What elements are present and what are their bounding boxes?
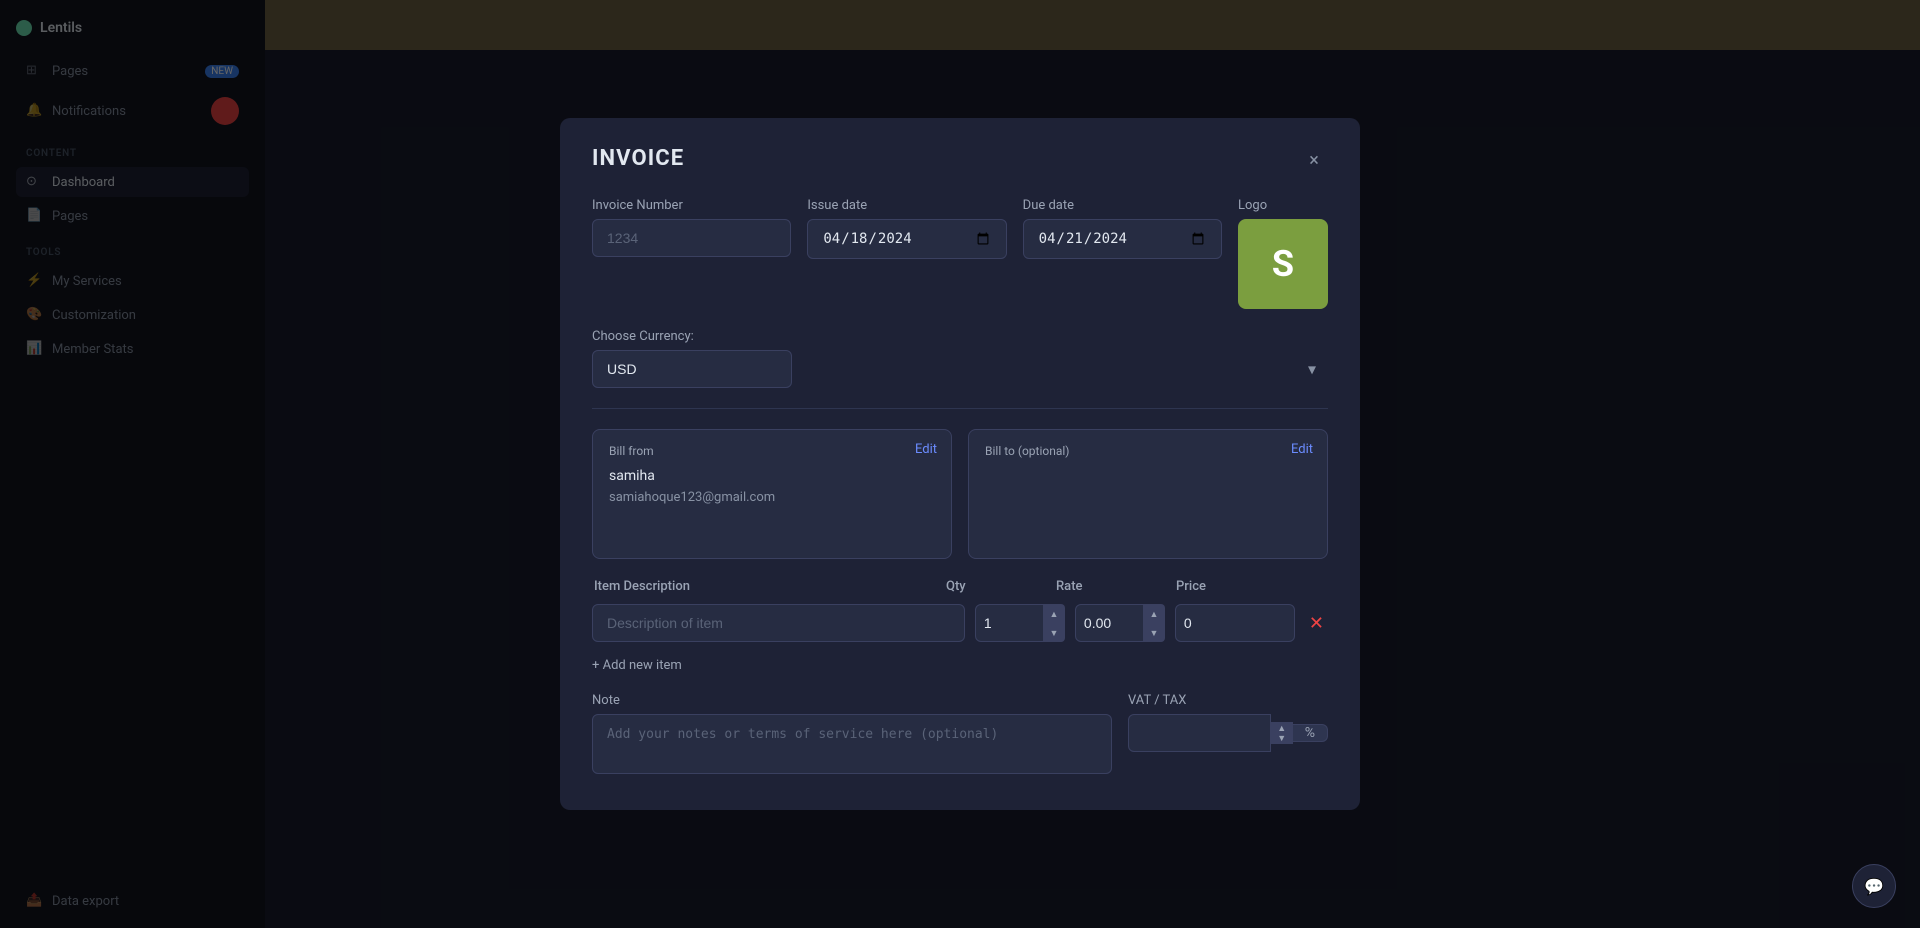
vat-label: VAT / TAX (1128, 693, 1328, 708)
col-description-header: Item Description (594, 579, 946, 594)
note-vat-row: Note VAT / TAX ▲ ▼ % (592, 693, 1328, 778)
currency-select[interactable]: USD EUR GBP CAD (592, 350, 792, 388)
due-date-label: Due date (1023, 198, 1222, 213)
vat-input[interactable] (1128, 714, 1271, 752)
qty-spinner-btns: ▲ ▼ (1043, 604, 1065, 642)
vat-spinner: ▲ ▼ (1271, 722, 1293, 744)
vat-input-row: ▲ ▼ % (1128, 714, 1328, 752)
vat-up-button[interactable]: ▲ (1272, 723, 1292, 733)
bill-to-box: Edit Bill to (optional) (968, 429, 1328, 559)
qty-spinner-wrap: ▲ ▼ (975, 604, 1065, 642)
bill-from-label: Bill from (609, 444, 935, 458)
rate-spinner-btns: ▲ ▼ (1143, 604, 1165, 642)
invoice-modal: INVOICE × Invoice Number Issue date Due … (560, 118, 1360, 810)
items-table-header: Item Description Qty Rate Price (592, 579, 1328, 594)
modal-header: INVOICE × (592, 146, 1328, 174)
item-description-input[interactable] (592, 604, 965, 642)
due-date-group: Due date (1023, 198, 1222, 259)
invoice-number-group: Invoice Number (592, 198, 791, 257)
bill-row: Edit Bill from samiha samiahoque123@gmai… (592, 429, 1328, 559)
delete-item-button[interactable]: ✕ (1305, 609, 1328, 638)
item-row: ▲ ▼ ▲ ▼ ✕ (592, 604, 1328, 642)
chat-widget-button[interactable]: 💬 (1852, 864, 1896, 908)
bill-from-box: Edit Bill from samiha samiahoque123@gmai… (592, 429, 952, 559)
issue-date-group: Issue date (807, 198, 1006, 259)
issue-date-input[interactable] (807, 219, 1006, 259)
item-price-input[interactable] (1175, 604, 1295, 642)
col-rate-header: Rate (1056, 579, 1166, 594)
bill-to-label: Bill to (optional) (985, 444, 1311, 458)
note-label: Note (592, 693, 1112, 708)
vat-down-button[interactable]: ▼ (1272, 733, 1292, 743)
add-item-button[interactable]: + Add new item (592, 654, 1328, 677)
logo-group: Logo S (1238, 198, 1328, 309)
rate-down-button[interactable]: ▼ (1143, 623, 1165, 642)
note-textarea[interactable] (592, 714, 1112, 774)
invoice-number-label: Invoice Number (592, 198, 791, 213)
logo-label: Logo (1238, 198, 1328, 213)
currency-select-wrapper: USD EUR GBP CAD (592, 350, 1328, 388)
divider-1 (592, 408, 1328, 409)
modal-title: INVOICE (592, 146, 684, 171)
currency-label: Choose Currency: (592, 329, 1328, 344)
col-qty-header: Qty (946, 579, 1046, 594)
vat-box: VAT / TAX ▲ ▼ % (1128, 693, 1328, 778)
qty-up-button[interactable]: ▲ (1043, 604, 1065, 623)
due-date-input[interactable] (1023, 219, 1222, 259)
issue-date-label: Issue date (807, 198, 1006, 213)
bill-from-edit-button[interactable]: Edit (915, 442, 937, 457)
chat-icon: 💬 (1864, 877, 1884, 896)
close-button[interactable]: × (1300, 146, 1328, 174)
bill-from-name: samiha (609, 468, 935, 484)
col-price-header: Price (1176, 579, 1296, 594)
rate-up-button[interactable]: ▲ (1143, 604, 1165, 623)
rate-spinner-wrap: ▲ ▼ (1075, 604, 1165, 642)
logo-box[interactable]: S (1238, 219, 1328, 309)
bill-to-edit-button[interactable]: Edit (1291, 442, 1313, 457)
currency-group: Choose Currency: USD EUR GBP CAD (592, 329, 1328, 388)
percent-label: % (1293, 724, 1328, 742)
qty-down-button[interactable]: ▼ (1043, 623, 1065, 642)
bill-from-email: samiahoque123@gmail.com (609, 490, 935, 505)
invoice-number-input[interactable] (592, 219, 791, 257)
invoice-top-row: Invoice Number Issue date Due date Logo … (592, 198, 1328, 309)
note-box: Note (592, 693, 1112, 778)
